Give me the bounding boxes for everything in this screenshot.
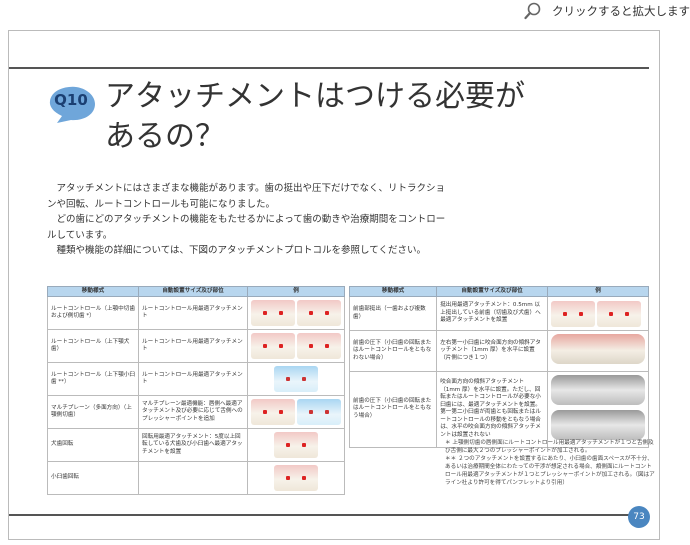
table-row: 前歯の圧下（小臼歯の回転またはルートコントロールをともなわない場合） 左右第一小…: [348, 330, 649, 372]
tooth-image: [251, 300, 295, 326]
document-page[interactable]: Q10 アタッチメントはつける必要が あるの？ アタッチメントにはさまざまな機能…: [8, 30, 660, 540]
table-header-row: 移動様式 自動設置サイズ及び部位 例: [348, 286, 649, 297]
attachment-size-cell: ルートコントロール用最適アタッチメント: [138, 296, 248, 330]
tooth-image: [297, 300, 341, 326]
table-row: ルートコントロール（上顎中切歯および側切歯 *） ルートコントロール用最適アタッ…: [47, 296, 345, 330]
example-image-cell: [247, 395, 345, 429]
example-image-cell: [247, 329, 345, 363]
movement-mode-cell: ルートコントロール（上下顎小臼歯 **）: [47, 362, 139, 396]
zoom-hint-link[interactable]: クリックすると拡大します: [552, 3, 690, 19]
table-row: 前歯の圧下（小臼歯の回転またはルートコントロールをともなう場合） 咬合面方向の傾…: [348, 370, 649, 448]
attachment-size-cell: 回転用最適アタッチメント：5度以上回転している犬歯及び小臼歯へ最適アタッチメント…: [138, 428, 248, 462]
body-text: アタッチメントにはさまざまな機能があります。歯の挺出や圧下だけでなく、リトラクシ…: [47, 181, 447, 259]
attachment-size-cell: [138, 461, 248, 495]
column-header: 例: [247, 286, 345, 297]
tooth-image: [274, 366, 318, 392]
attachment-size-cell: ルートコントロール用最適アタッチメント: [138, 329, 248, 363]
column-header: 移動様式: [348, 286, 438, 297]
movement-mode-cell: 小臼歯回転: [47, 461, 139, 495]
magnifier-icon[interactable]: [524, 2, 542, 20]
movement-mode-cell: マルチプレーン（多面方向）（上顎側切歯）: [47, 395, 139, 429]
tooth-image: [274, 432, 318, 458]
example-image-cell: [547, 296, 649, 331]
table-row: 小臼歯回転: [47, 461, 345, 495]
paragraph-3: 種類や機能の詳細については、下図のアタッチメントプロトコルを参照してください。: [56, 245, 426, 256]
tooth-image: [297, 399, 341, 425]
movement-mode-cell: 前歯の圧下（小臼歯の回転またはルートコントロールをともなう場合）: [348, 370, 438, 448]
page-title: アタッチメントはつける必要が あるの？: [105, 77, 625, 157]
paragraph-1: アタッチメントにはさまざまな機能があります。歯の挺出や圧下だけでなく、リトラクシ…: [47, 183, 446, 210]
top-bar: クリックすると拡大します: [0, 0, 690, 22]
movement-mode-cell: 前歯部挺出（一歯および複数歯）: [348, 296, 438, 331]
example-image-cell: [247, 428, 345, 462]
example-image-cell: [247, 362, 345, 396]
movement-mode-cell: ルートコントロール（上顎中切歯および側切歯 *）: [47, 296, 139, 330]
attachment-protocol-table-right: 移動様式 自動設置サイズ及び部位 例 前歯部挺出（一歯および複数歯） 挺出用最適…: [348, 286, 649, 448]
movement-mode-cell: ルートコントロール（上下顎犬歯）: [47, 329, 139, 363]
table-header-row: 移動様式 自動設置サイズ及び部位 例: [47, 286, 345, 297]
table-row: ルートコントロール（上下顎小臼歯 **） ルートコントロール用最適アタッチメント: [47, 362, 345, 396]
dental-arch-image: [551, 374, 645, 405]
table-row: 前歯部挺出（一歯および複数歯） 挺出用最適アタッチメント：0.5mm 以上挺出し…: [348, 296, 649, 331]
dental-arch-image: [551, 410, 645, 440]
attachment-size-cell: 左右第一小臼歯に咬合面方向の傾斜アタッチメント（1mm 厚）を水平に設置（片側に…: [436, 330, 548, 372]
page-number-badge: 73: [628, 506, 650, 528]
footnotes: ＊ 上顎側切歯の唇側面にルートコントロール用最適アタッチメントが１つと舌側及び舌…: [445, 439, 655, 487]
table-row: 犬歯回転 回転用最適アタッチメント：5度以上回転している犬歯及び小臼歯へ最適アタ…: [47, 428, 345, 462]
example-image-cell: [547, 370, 649, 448]
movement-mode-cell: 犬歯回転: [47, 428, 139, 462]
question-badge: Q10: [54, 91, 88, 109]
attachment-size-cell: マルチプレーン最適機能：唇側へ最適アタッチメント及び必要に応じて舌側へのプレッシ…: [138, 395, 248, 429]
tooth-image: [297, 333, 341, 359]
column-header: 移動様式: [47, 286, 139, 297]
example-image-cell: [247, 461, 345, 495]
title-line-2: あるの？: [105, 119, 225, 154]
top-rule: [9, 67, 649, 69]
attachment-protocol-table-left: 移動様式 自動設置サイズ及び部位 例 ルートコントロール（上顎中切歯および側切歯…: [47, 286, 345, 495]
attachment-size-cell: 咬合面方向の傾斜アタッチメント（1mm 厚）を水平に設置。ただし、回転またはルー…: [436, 370, 548, 448]
example-image-cell: [547, 330, 649, 372]
table-row: ルートコントロール（上下顎犬歯） ルートコントロール用最適アタッチメント: [47, 329, 345, 363]
attachment-size-cell: 挺出用最適アタッチメント：0.5mm 以上挺出している前歯（切歯及び犬歯）へ最適…: [436, 296, 548, 331]
table-row: マルチプレーン（多面方向）（上顎側切歯） マルチプレーン最適機能：唇側へ最適アタ…: [47, 395, 345, 429]
footnote-2: ＊＊ ２つのアタッチメントを設置するにあたり、小臼歯の歯面スペースが不十分、ある…: [445, 456, 655, 486]
tooth-image: [597, 300, 641, 327]
bottom-rule: [9, 514, 644, 516]
title-line-1: アタッチメントはつける必要が: [105, 79, 525, 114]
tooth-image: [251, 333, 295, 359]
dental-arch-image: [551, 334, 645, 364]
attachment-size-cell: ルートコントロール用最適アタッチメント: [138, 362, 248, 396]
column-header: 自動設置サイズ及び部位: [138, 286, 248, 297]
tooth-image: [251, 399, 295, 425]
column-header: 例: [547, 286, 649, 297]
tooth-image: [551, 300, 595, 327]
footnote-1: ＊ 上顎側切歯の唇側面にルートコントロール用最適アタッチメントが１つと舌側及び舌…: [445, 440, 654, 454]
tooth-image: [274, 465, 318, 491]
paragraph-2: どの歯にどのアタッチメントの機能をもたせるかによって歯の動きや治療期間をコントロ…: [47, 214, 446, 241]
column-header: 自動設置サイズ及び部位: [436, 286, 548, 297]
movement-mode-cell: 前歯の圧下（小臼歯の回転またはルートコントロールをともなわない場合）: [348, 330, 438, 372]
example-image-cell: [247, 296, 345, 330]
